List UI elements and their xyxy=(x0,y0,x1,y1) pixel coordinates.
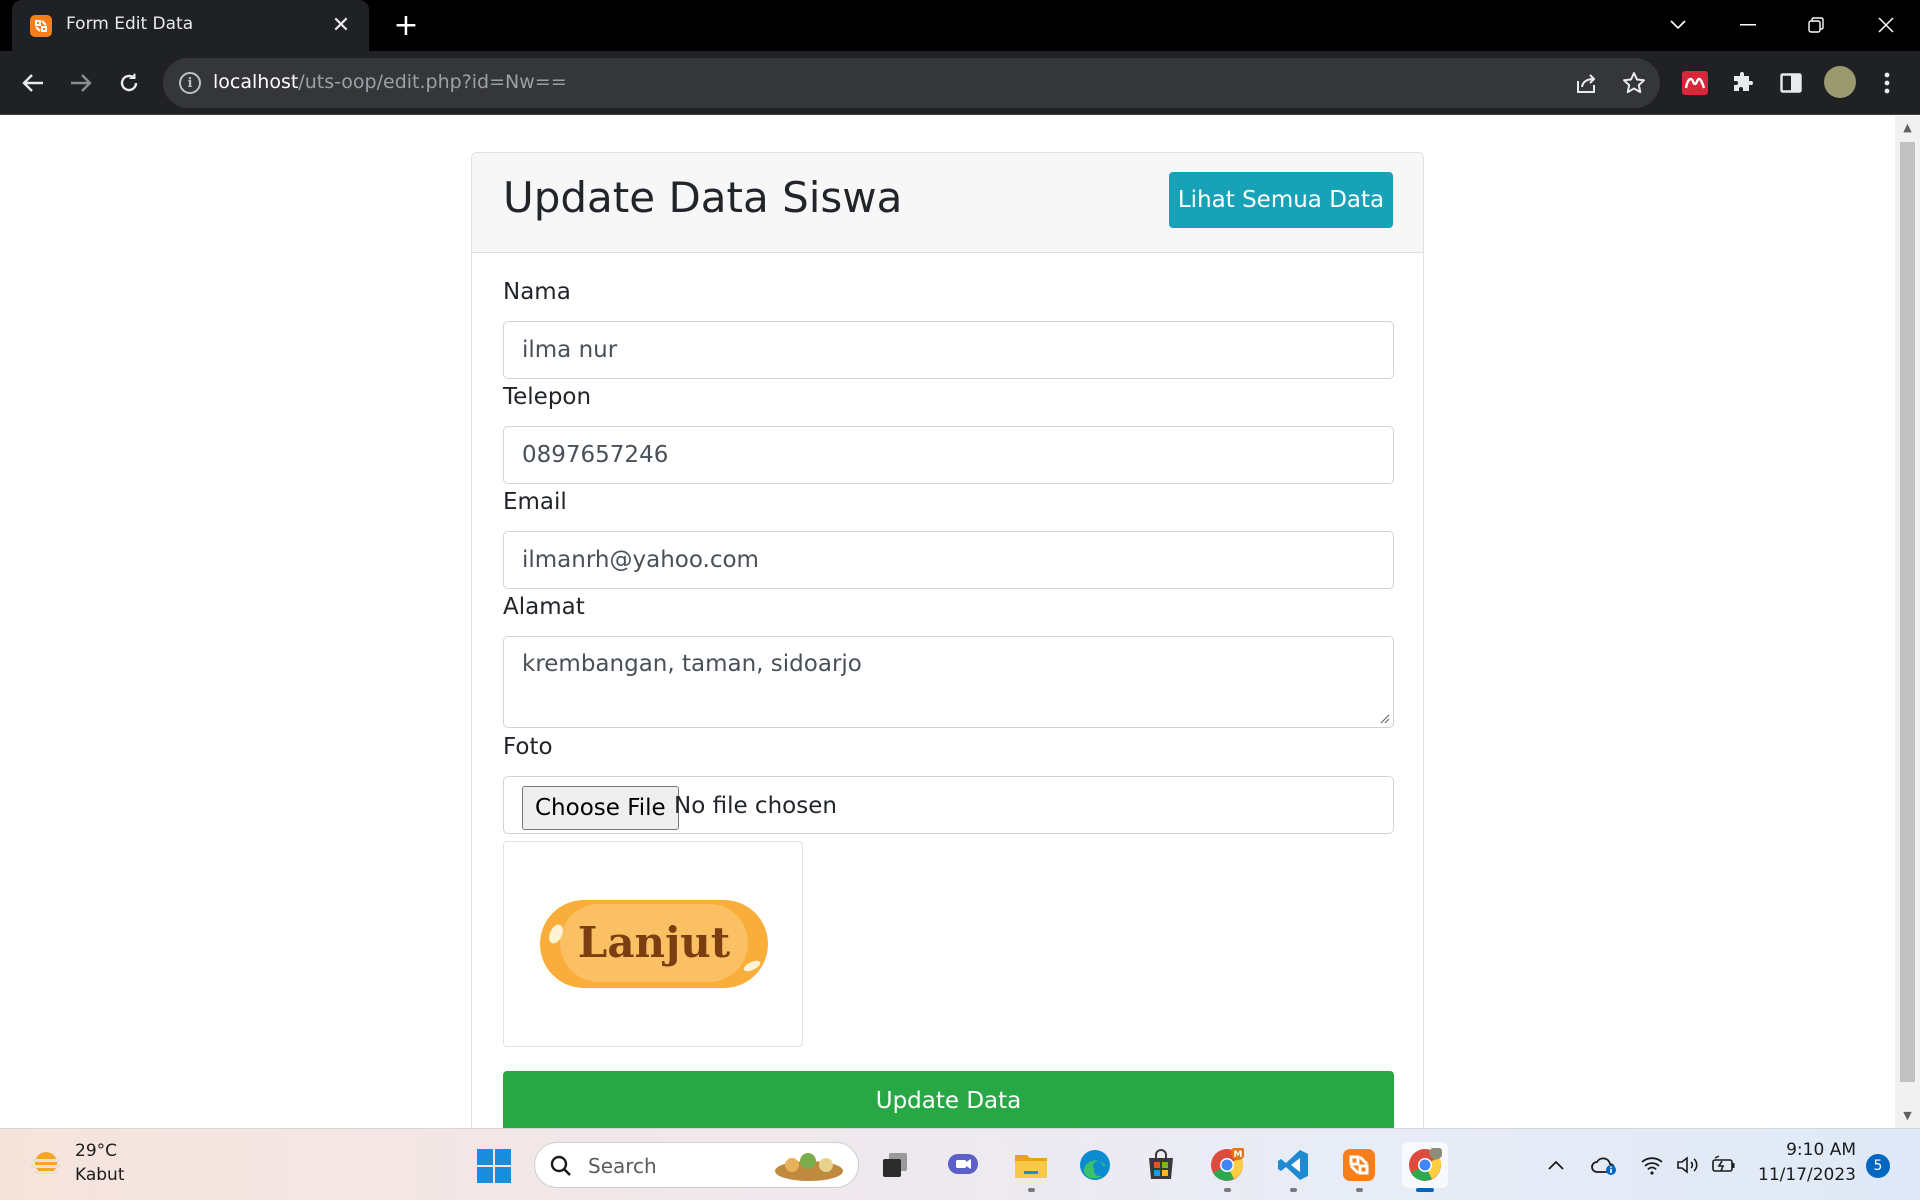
store-icon[interactable] xyxy=(1138,1142,1184,1188)
card-header: Update Data Siswa Lihat Semua Data xyxy=(472,153,1423,253)
address-bar[interactable]: i localhost/uts-oop/edit.php?id=Nw== xyxy=(163,58,1660,108)
run-indicator xyxy=(1416,1188,1434,1192)
taskbar-search-box[interactable]: Search xyxy=(534,1142,859,1188)
search-icon xyxy=(550,1155,571,1176)
search-placeholder: Search xyxy=(588,1154,657,1178)
foto-label: Foto xyxy=(503,734,553,760)
lanjut-image-text: Lanjut xyxy=(578,918,731,967)
side-panel-icon[interactable] xyxy=(1777,69,1805,97)
clock-date[interactable]: 11/17/2023 xyxy=(1742,1165,1856,1185)
extensions-puzzle-icon[interactable] xyxy=(1729,69,1757,97)
task-view-icon[interactable] xyxy=(872,1142,918,1188)
choose-file-button[interactable]: Choose File xyxy=(522,786,679,830)
file-explorer-icon[interactable] xyxy=(1008,1142,1054,1192)
page-title: Update Data Siswa xyxy=(503,173,903,222)
alamat-label: Alamat xyxy=(503,594,585,620)
weather-description[interactable]: Kabut xyxy=(75,1165,125,1185)
xampp-icon[interactable] xyxy=(1336,1142,1382,1192)
close-window-icon[interactable] xyxy=(1866,8,1906,42)
tab-search-icon[interactable] xyxy=(1658,8,1698,42)
mendeley-extension-icon[interactable] xyxy=(1681,69,1709,97)
meet-icon[interactable] xyxy=(940,1142,986,1188)
chrome-icon[interactable]: M xyxy=(1204,1142,1250,1192)
vscode-icon[interactable] xyxy=(1270,1142,1316,1192)
tab-title: Form Edit Data xyxy=(66,14,194,34)
windows-taskbar: 29°C Kabut Search M 9:10 AM 11/17/2023 5 xyxy=(0,1128,1920,1200)
windows-start-icon[interactable] xyxy=(476,1148,512,1184)
run-indicator xyxy=(1290,1188,1297,1192)
tab-close-icon[interactable]: ✕ xyxy=(327,11,355,39)
weather-temperature[interactable]: 29°C xyxy=(75,1141,117,1161)
update-data-button[interactable]: Update Data xyxy=(503,1071,1394,1128)
bookmark-star-icon[interactable] xyxy=(1621,70,1647,96)
wifi-icon[interactable] xyxy=(1638,1151,1666,1179)
email-label: Email xyxy=(503,489,567,515)
edit-form-card: Update Data Siswa Lihat Semua Data Nama … xyxy=(471,152,1424,1128)
scroll-up-icon[interactable]: ▲ xyxy=(1901,121,1914,134)
resize-grip-icon[interactable] xyxy=(1378,712,1390,724)
show-hidden-icons-icon[interactable] xyxy=(1542,1151,1570,1179)
telepon-input[interactable]: 0897657246 xyxy=(503,426,1394,484)
chrome-badge: M xyxy=(1234,1150,1243,1160)
email-input[interactable]: ilmanrh@yahoo.com xyxy=(503,531,1394,589)
clock-time[interactable]: 9:10 AM xyxy=(1760,1140,1856,1160)
battery-charging-icon[interactable] xyxy=(1710,1151,1738,1179)
onedrive-icon[interactable] xyxy=(1590,1151,1618,1179)
share-icon[interactable] xyxy=(1573,70,1599,96)
volume-icon[interactable] xyxy=(1674,1151,1702,1179)
alamat-textarea[interactable]: krembangan, taman, sidoarjo xyxy=(503,636,1394,728)
run-indicator xyxy=(1356,1188,1363,1192)
url-text[interactable]: localhost/uts-oop/edit.php?id=Nw== xyxy=(213,71,567,93)
new-tab-button[interactable]: + xyxy=(390,8,422,43)
view-all-data-button[interactable]: Lihat Semua Data xyxy=(1169,172,1393,228)
minimize-icon[interactable] xyxy=(1728,8,1768,42)
site-info-icon[interactable]: i xyxy=(179,72,201,94)
nama-label: Nama xyxy=(503,279,571,305)
run-indicator xyxy=(1028,1188,1035,1192)
scroll-thumb[interactable] xyxy=(1900,142,1915,1082)
forward-icon[interactable] xyxy=(64,66,98,100)
weather-haze-icon[interactable] xyxy=(28,1149,64,1181)
search-highlight-icon xyxy=(775,1153,843,1181)
restore-icon[interactable] xyxy=(1796,8,1836,42)
page-scrollbar[interactable]: ▲ ▼ xyxy=(1895,116,1920,1128)
page-viewport: Update Data Siswa Lihat Semua Data Nama … xyxy=(0,116,1895,1128)
foto-file-input[interactable]: Choose File No file chosen xyxy=(503,776,1394,834)
browser-tab[interactable]: Form Edit Data ✕ xyxy=(12,0,369,51)
scroll-down-icon[interactable]: ▼ xyxy=(1901,1109,1914,1122)
foto-thumbnail: Lanjut xyxy=(503,841,803,1047)
alamat-value: krembangan, taman, sidoarjo xyxy=(522,651,862,677)
tab-strip: Form Edit Data ✕ + xyxy=(0,0,1920,51)
telepon-label: Telepon xyxy=(503,384,592,410)
edge-icon[interactable] xyxy=(1072,1142,1118,1188)
file-status-text: No file chosen xyxy=(674,793,837,819)
nama-input[interactable]: ilma nur xyxy=(503,321,1394,379)
xampp-favicon-icon xyxy=(30,15,52,37)
profile-avatar[interactable] xyxy=(1824,66,1856,98)
reload-icon[interactable] xyxy=(112,66,146,100)
run-indicator xyxy=(1224,1188,1231,1192)
back-icon[interactable] xyxy=(16,66,50,100)
notification-badge[interactable]: 5 xyxy=(1866,1154,1890,1178)
lanjut-image: Lanjut xyxy=(540,900,768,988)
chrome-active-icon[interactable] xyxy=(1402,1142,1448,1192)
chrome-menu-icon[interactable] xyxy=(1873,69,1901,97)
